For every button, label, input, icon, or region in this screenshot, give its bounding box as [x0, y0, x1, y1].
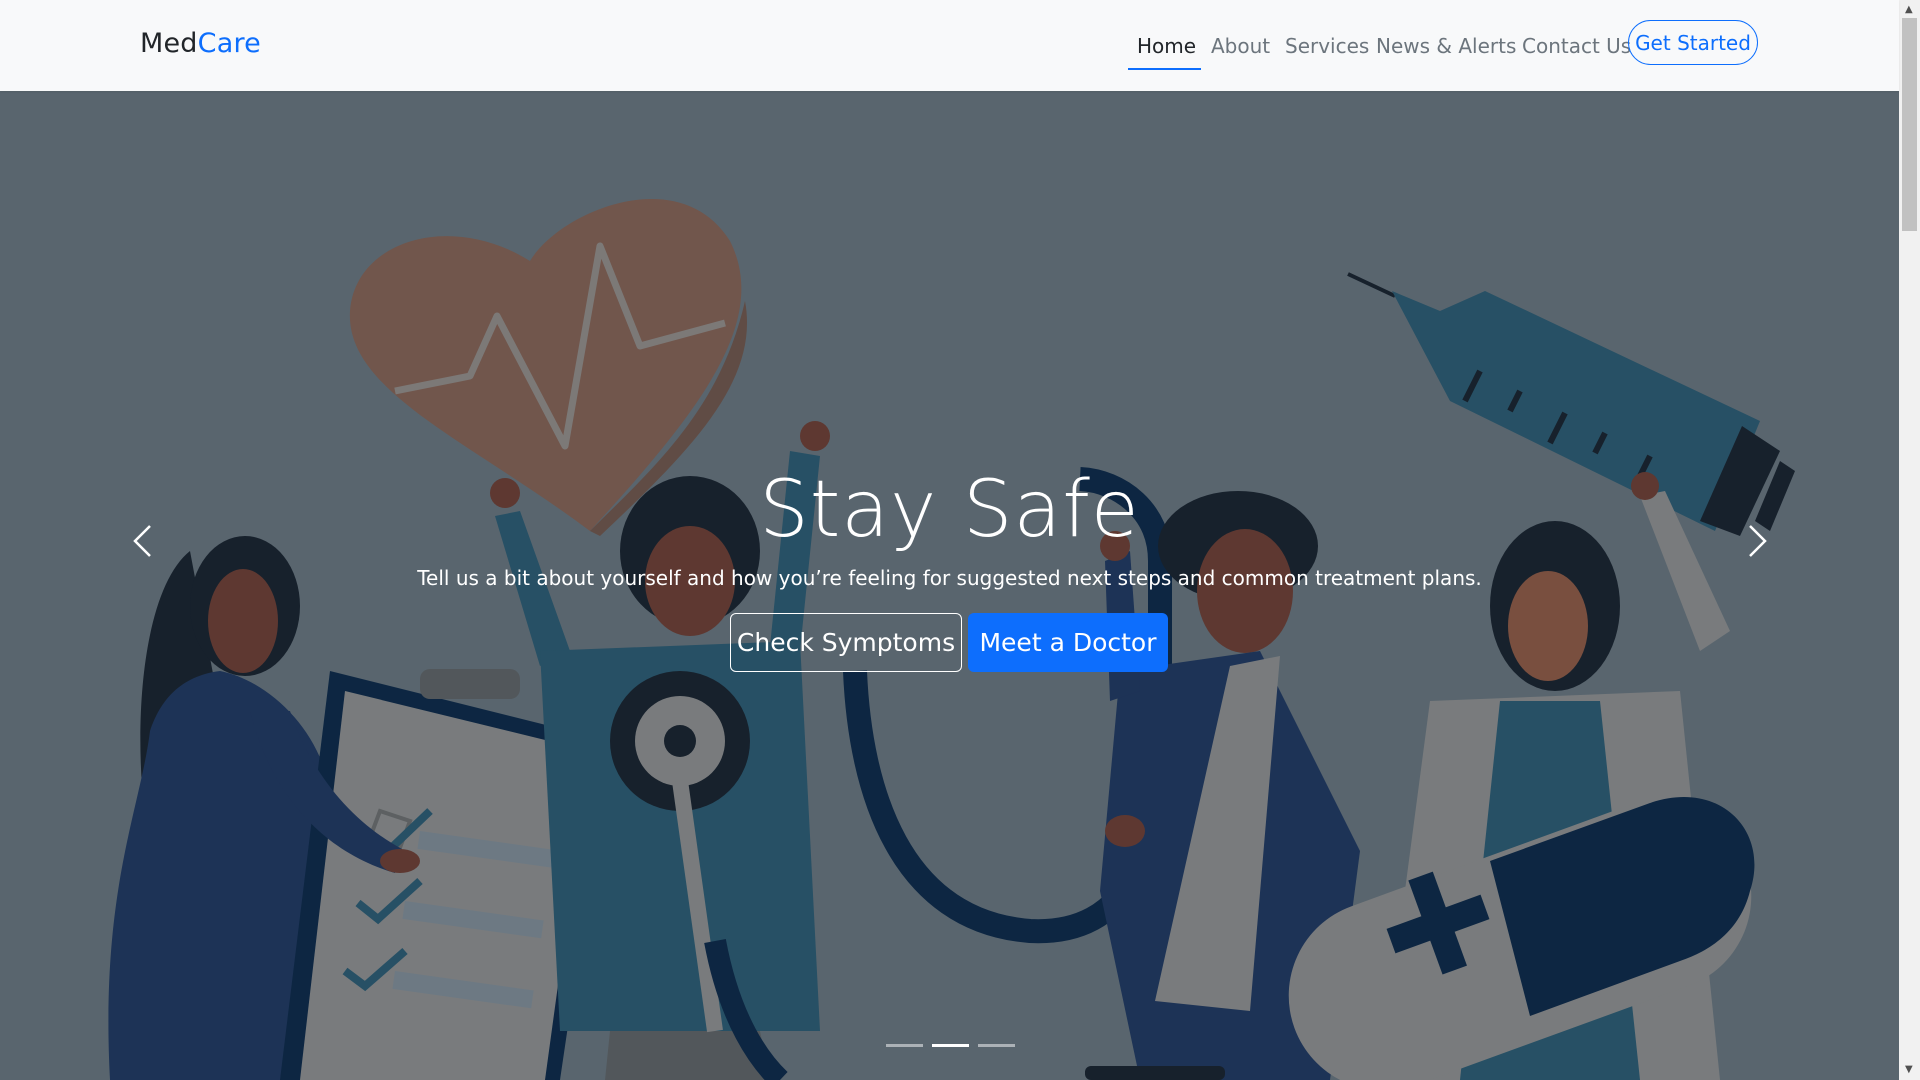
- nav-link-home[interactable]: Home: [1137, 34, 1196, 58]
- nav-link-news-alerts[interactable]: News & Alerts: [1376, 34, 1516, 58]
- carousel-indicator-3[interactable]: [978, 1044, 1015, 1047]
- nav-link-contact-us[interactable]: Contact Us: [1522, 34, 1631, 58]
- carousel-prev-button[interactable]: [125, 516, 165, 566]
- hero-carousel: Stay Safe Tell us a bit about yourself a…: [0, 91, 1899, 1080]
- brand-name-part2: Care: [197, 28, 261, 59]
- carousel-indicators: [886, 1044, 1015, 1047]
- brand-logo[interactable]: MedCare: [140, 28, 261, 59]
- nav-link-services[interactable]: Services: [1285, 34, 1369, 58]
- get-started-button[interactable]: Get Started: [1628, 20, 1758, 65]
- nav-active-indicator: [1128, 68, 1201, 70]
- chevron-right-icon: [1749, 525, 1767, 557]
- navbar: MedCare Home About Services News & Alert…: [0, 0, 1899, 91]
- carousel-next-button[interactable]: [1735, 516, 1775, 566]
- scroll-down-arrow-icon[interactable]: ▼: [1905, 1064, 1913, 1075]
- meet-a-doctor-button[interactable]: Meet a Doctor: [968, 613, 1168, 672]
- nav-link-about[interactable]: About: [1211, 34, 1270, 58]
- chevron-left-icon: [133, 525, 151, 557]
- scrollbar-thumb[interactable]: [1902, 18, 1917, 231]
- check-symptoms-button[interactable]: Check Symptoms: [730, 613, 962, 672]
- hero-subtitle: Tell us a bit about yourself and how you…: [417, 566, 1482, 590]
- hero-title: Stay Safe: [759, 465, 1140, 555]
- carousel-indicator-2[interactable]: [932, 1044, 969, 1047]
- scroll-up-arrow-icon[interactable]: ▲: [1905, 4, 1913, 15]
- brand-name-part1: Med: [140, 28, 198, 59]
- carousel-indicator-1[interactable]: [886, 1044, 923, 1047]
